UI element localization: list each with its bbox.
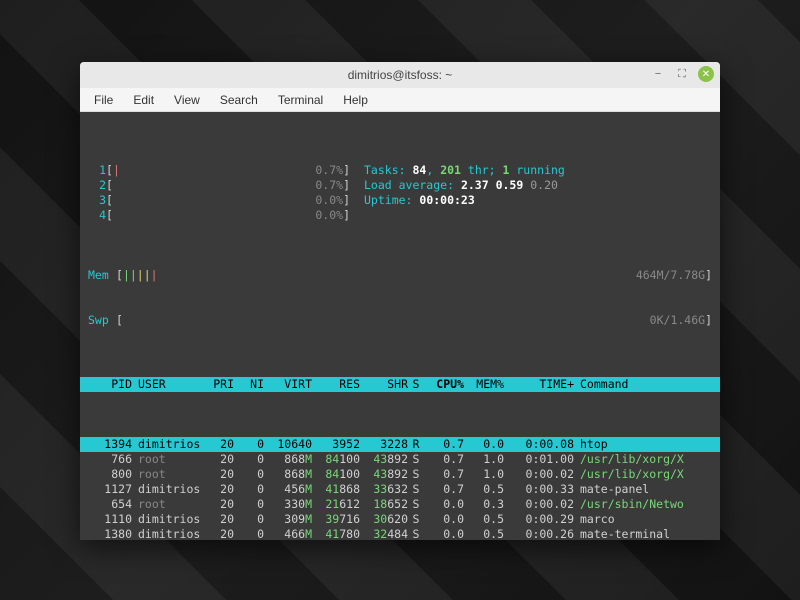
titlebar: dimitrios@itsfoss: ~ − ⛶ ✕ — [80, 62, 720, 88]
process-row[interactable]: 1380dimitrios200466M4178032484S0.00.50:0… — [80, 527, 720, 540]
hdr-pid[interactable]: PID — [88, 377, 132, 392]
terminal-window: dimitrios@itsfoss: ~ − ⛶ ✕ File Edit Vie… — [80, 62, 720, 540]
hdr-cpu[interactable]: CPU% — [424, 377, 464, 392]
tasks-info: Tasks: 84, 201 thr; 1 running — [364, 163, 565, 178]
menubar: File Edit View Search Terminal Help — [80, 88, 720, 112]
cpu-meter-1: 1 [|0.7%]Tasks: 84, 201 thr; 1 running — [80, 163, 720, 178]
hdr-pri[interactable]: PRI — [204, 377, 234, 392]
terminal-body[interactable]: 1 [|0.7%]Tasks: 84, 201 thr; 1 running2 … — [80, 112, 720, 540]
cpu-meter-2: 2 [0.7%]Load average: 2.37 0.59 0.20 — [80, 178, 720, 193]
process-row[interactable]: 1394dimitrios2001064039523228R0.70.00:00… — [80, 437, 720, 452]
hdr-time[interactable]: TIME+ — [504, 377, 574, 392]
swp-meter: Swp[0K/1.46G] — [80, 313, 720, 328]
process-row[interactable]: 654root200330M2161218652S0.00.30:00.02/u… — [80, 497, 720, 512]
process-row[interactable]: 1110dimitrios200309M3971630620S0.00.50:0… — [80, 512, 720, 527]
process-list[interactable]: 1394dimitrios2001064039523228R0.70.00:00… — [80, 437, 720, 540]
menu-search[interactable]: Search — [212, 90, 266, 110]
menu-view[interactable]: View — [166, 90, 208, 110]
hdr-res[interactable]: RES — [312, 377, 360, 392]
maximize-button[interactable]: ⛶ — [674, 66, 690, 82]
load-average: Load average: 2.37 0.59 0.20 — [364, 178, 558, 193]
swp-label: Swp — [88, 313, 116, 328]
cpu-meters: 1 [|0.7%]Tasks: 84, 201 thr; 1 running2 … — [80, 163, 720, 223]
minimize-button[interactable]: − — [650, 66, 666, 82]
menu-terminal[interactable]: Terminal — [270, 90, 331, 110]
close-icon: ✕ — [702, 69, 710, 80]
swp-value: 0K/1.46G — [615, 313, 705, 328]
hdr-cmd[interactable]: Command — [574, 377, 720, 392]
hdr-virt[interactable]: VIRT — [264, 377, 312, 392]
menu-file[interactable]: File — [86, 90, 121, 110]
cpu-meter-4: 4 [0.0%] — [80, 208, 720, 223]
menu-help[interactable]: Help — [335, 90, 376, 110]
process-row[interactable]: 800root200868M8410043892S0.71.00:00.02/u… — [80, 467, 720, 482]
process-row[interactable]: 1127dimitrios200456M4186833632S0.70.50:0… — [80, 482, 720, 497]
hdr-shr[interactable]: SHR — [360, 377, 408, 392]
hdr-ni[interactable]: NI — [234, 377, 264, 392]
mem-meter: Mem[|||||464M/7.78G] — [80, 268, 720, 283]
window-title: dimitrios@itsfoss: ~ — [348, 68, 453, 82]
uptime: Uptime: 00:00:23 — [364, 193, 475, 208]
hdr-mem[interactable]: MEM% — [464, 377, 504, 392]
mem-label: Mem — [88, 268, 116, 283]
process-header[interactable]: PID USER PRI NI VIRT RES SHR S CPU% MEM%… — [80, 377, 720, 392]
hdr-s[interactable]: S — [408, 377, 424, 392]
cpu-meter-3: 3 [0.0%]Uptime: 00:00:23 — [80, 193, 720, 208]
process-row[interactable]: 766root200868M8410043892S0.71.00:01.00/u… — [80, 452, 720, 467]
close-button[interactable]: ✕ — [698, 66, 714, 82]
hdr-user[interactable]: USER — [132, 377, 204, 392]
window-controls: − ⛶ ✕ — [650, 66, 714, 82]
menu-edit[interactable]: Edit — [125, 90, 162, 110]
mem-value: 464M/7.78G — [615, 268, 705, 283]
